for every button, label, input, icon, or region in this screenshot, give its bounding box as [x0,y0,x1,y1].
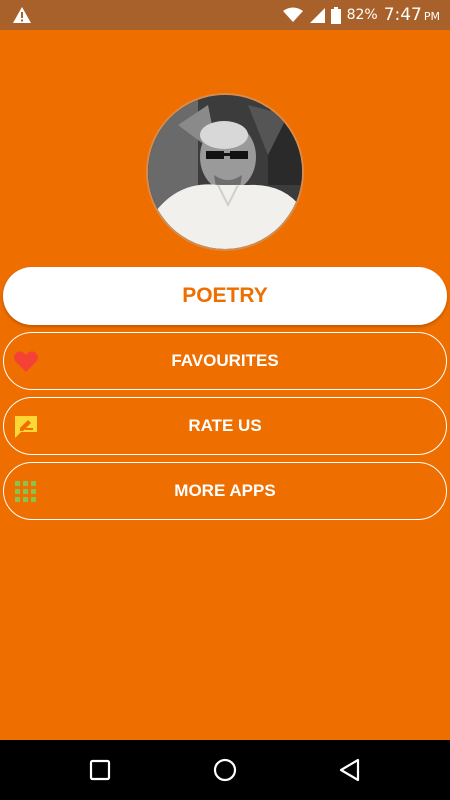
rate-pencil-icon [15,416,37,438]
clock: 7:47 PM [384,5,440,25]
wifi-icon [282,7,303,22]
favourites-button-label: FAVOURITES [171,351,279,370]
poetry-button[interactable]: POETRY [3,267,447,325]
poetry-button-label: POETRY [182,284,268,307]
rate-us-button[interactable]: RATE US [3,397,447,455]
poet-avatar [146,93,304,251]
heart-icon [14,351,38,372]
warning-icon [13,7,31,23]
grid-apps-icon [15,481,36,502]
battery-percentage: 82% [346,7,378,23]
more-apps-button-label: MORE APPS [174,481,276,500]
clock-ampm: PM [423,10,440,23]
main-menu-screen: POETRY FAVOURITES RATE US MORE APPS [0,30,450,740]
rate-us-button-label: RATE US [188,416,262,435]
navigation-bar [0,740,450,800]
battery-icon [330,6,341,24]
status-bar: 82% 7:47 PM [0,0,450,30]
poet-portrait-image [148,95,302,249]
back-triangle-icon[interactable] [336,756,364,784]
favourites-button[interactable]: FAVOURITES [3,332,447,390]
signal-icon [309,8,325,23]
recents-square-icon[interactable] [86,756,114,784]
home-circle-icon[interactable] [211,756,239,784]
more-apps-button[interactable]: MORE APPS [3,462,447,520]
status-right-group: 82% 7:47 PM [282,0,440,30]
clock-time: 7:47 [383,5,422,25]
